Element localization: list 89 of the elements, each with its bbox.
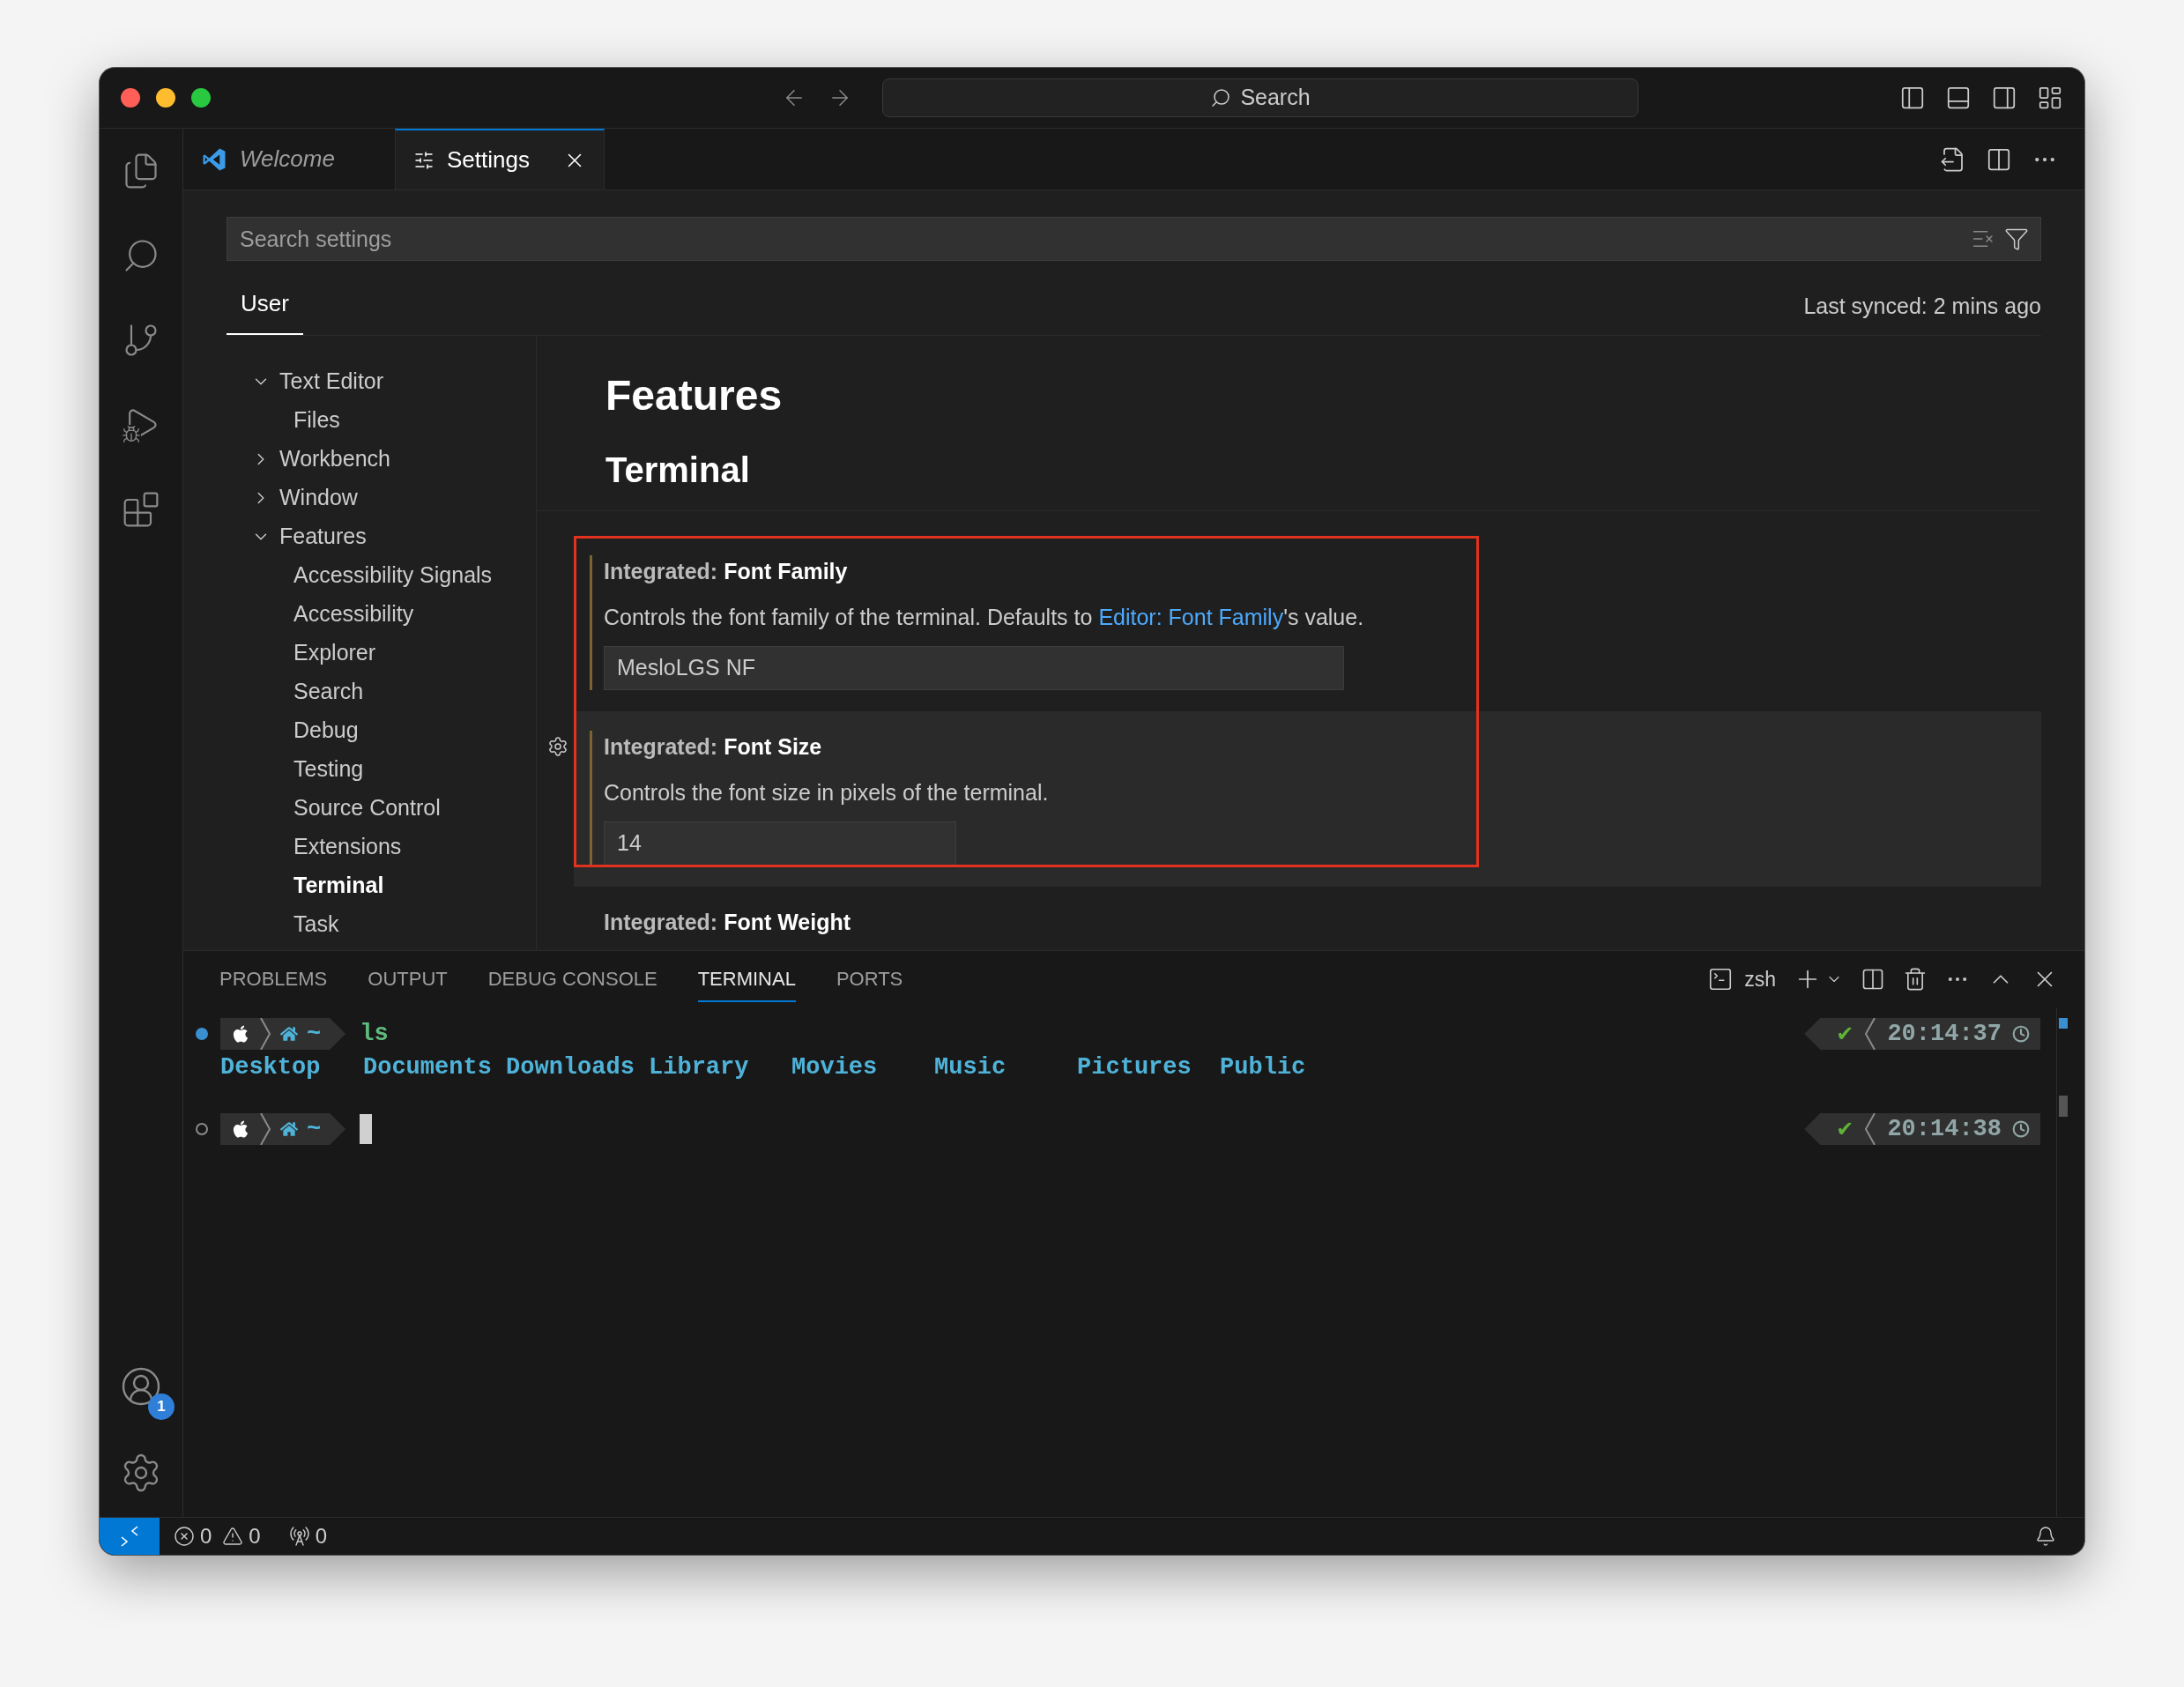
separator-icon	[259, 1018, 271, 1050]
error-count[interactable]: 0	[200, 1520, 212, 1552]
panel-tab[interactable]: TERMINAL	[697, 956, 796, 1002]
toc-item[interactable]: Debug	[293, 714, 359, 747]
warning-icon[interactable]	[222, 1526, 244, 1547]
trash-icon[interactable]	[1903, 967, 1928, 992]
apple-icon	[231, 1119, 250, 1139]
toc-item[interactable]: Testing	[293, 753, 364, 786]
clock-icon	[2012, 1025, 2030, 1043]
text-field[interactable]: MesloLGS NF	[604, 646, 1344, 690]
toc-item[interactable]: Accessibility Signals	[293, 559, 493, 592]
command-time: 20:14:38	[1887, 1114, 2002, 1144]
toc-item[interactable]: Task	[293, 908, 339, 941]
toc-item[interactable]: Files	[293, 404, 340, 437]
notifications-icon[interactable]	[2035, 1526, 2056, 1547]
prompt-directory: ~	[307, 1019, 322, 1049]
section-heading: Features	[605, 371, 784, 420]
subsection-heading: Terminal	[605, 450, 751, 491]
separator-icon	[259, 1113, 271, 1145]
setting-title: Integrated: Font Family	[604, 558, 849, 585]
customize-layout-icon[interactable]	[2037, 85, 2063, 111]
toc-item[interactable]: Text Editor	[279, 365, 384, 398]
toc-item[interactable]: Workbench	[279, 442, 390, 476]
toc-item[interactable]: Terminal	[293, 869, 384, 903]
panel-tab[interactable]: OUTPUT	[368, 956, 448, 1002]
toggle-secondary-sidebar-icon[interactable]	[1991, 85, 2017, 111]
ports-count[interactable]: 0	[315, 1520, 328, 1552]
toc-item[interactable]: Explorer	[293, 636, 376, 670]
scope-tab[interactable]: User	[227, 286, 303, 335]
close-window-button[interactable]	[121, 88, 140, 108]
minimize-window-button[interactable]	[156, 88, 175, 108]
prompt-directory: ~	[307, 1114, 322, 1144]
setting-description: Controls the font family of the terminal. Defaults to Editor: Font Family's value.	[604, 603, 1364, 631]
check-mark: ✔	[1836, 1021, 1854, 1048]
directory-name: Music	[934, 1052, 1007, 1082]
maximize-window-button[interactable]	[191, 88, 211, 108]
clock-icon	[2012, 1120, 2030, 1138]
home-icon	[280, 1120, 298, 1138]
command-center-label: Search	[1240, 84, 1311, 112]
toc-item[interactable]: Window	[279, 481, 358, 515]
search-settings-field[interactable]: Search settings	[227, 217, 2041, 261]
directory-name: Public	[1220, 1052, 1307, 1082]
antenna-icon[interactable]	[288, 1526, 310, 1547]
separator-icon	[1864, 1113, 1877, 1145]
text-field[interactable]: 14	[604, 821, 956, 866]
remote-button[interactable]	[100, 1518, 160, 1555]
directory-name: Downloads	[506, 1052, 635, 1082]
terminal-command: ls	[360, 1019, 389, 1049]
search-icon	[1210, 87, 1232, 108]
sliders-icon	[413, 149, 435, 171]
panel-tab[interactable]: PROBLEMS	[219, 956, 328, 1002]
extensions-icon[interactable]	[122, 490, 160, 529]
filter-icon[interactable]	[2004, 227, 2029, 251]
split-terminal-icon[interactable]	[1861, 967, 1885, 992]
setting-title: Integrated: Font Weight	[604, 909, 851, 936]
toc-item[interactable]: Features	[279, 520, 367, 554]
terminal-name[interactable]: zsh	[1744, 963, 1776, 995]
toc-item[interactable]: Search	[293, 675, 364, 709]
apple-icon	[231, 1024, 250, 1044]
command-center[interactable]: Search	[882, 78, 1638, 117]
command-time: 20:14:37	[1887, 1019, 2002, 1049]
sync-status: Last synced: 2 mins ago	[1803, 292, 2041, 320]
directory-name: Library	[649, 1052, 750, 1082]
setting-title: Integrated: Font Size	[604, 733, 823, 761]
toc-item[interactable]: Extensions	[293, 830, 402, 864]
editor-tab[interactable]: Welcome	[183, 129, 395, 190]
toggle-sidebar-icon[interactable]	[1899, 85, 1926, 111]
directory-name: Movies	[791, 1052, 879, 1082]
panel-tab[interactable]: PORTS	[836, 956, 903, 1002]
home-icon	[280, 1025, 298, 1043]
tab-label: Welcome	[240, 145, 335, 174]
error-icon[interactable]	[174, 1526, 195, 1547]
setting-link[interactable]: Editor: Font Family	[1098, 604, 1284, 629]
panel-tab[interactable]: DEBUG CONSOLE	[487, 956, 657, 1002]
directory-name: Documents	[363, 1052, 493, 1082]
tab-label: Settings	[447, 145, 530, 175]
editor-tab[interactable]: Settings	[395, 129, 605, 190]
separator-icon	[1864, 1018, 1877, 1050]
toc-item[interactable]: Accessibility	[293, 598, 414, 631]
directory-name: Pictures	[1077, 1052, 1192, 1082]
setting-description: Controls the font size in pixels of the terminal.	[604, 778, 1049, 806]
notification-badge: 1	[148, 1393, 175, 1420]
toc-item[interactable]: Source Control	[293, 791, 441, 825]
toggle-panel-icon[interactable]	[1945, 85, 1972, 111]
gear-icon[interactable]	[547, 736, 568, 757]
check-mark: ✔	[1836, 1116, 1854, 1143]
warning-count[interactable]: 0	[249, 1520, 261, 1552]
directory-name: Desktop	[220, 1052, 322, 1082]
remote-icon	[119, 1526, 140, 1547]
